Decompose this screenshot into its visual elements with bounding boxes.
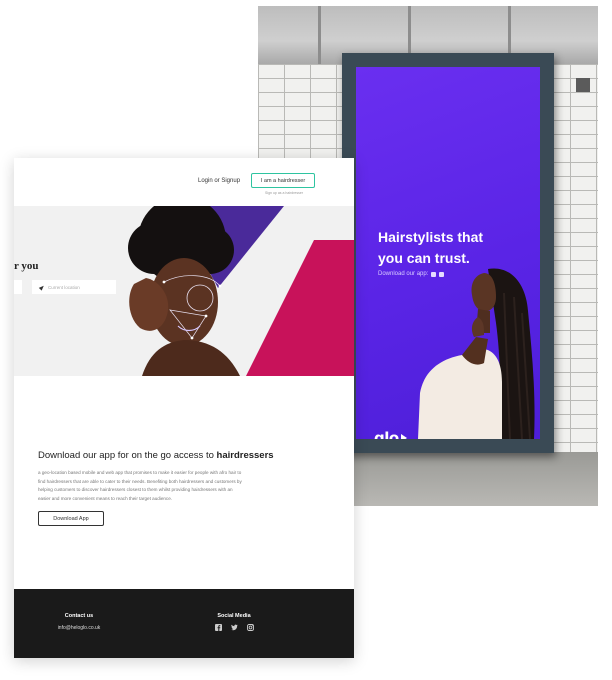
footer-social: Social Media bbox=[208, 613, 260, 631]
site-footer: Contact us info@heloglo.co.uk Social Med… bbox=[14, 589, 354, 658]
contact-email-link[interactable]: info@heloglo.co.uk bbox=[54, 625, 104, 631]
site-header: Login or Signup I am a hairdresser Sign … bbox=[14, 158, 354, 206]
magenta-triangle-shape bbox=[246, 240, 354, 376]
download-description: a geo-location based mobile and web app … bbox=[38, 470, 242, 501]
social-icons bbox=[208, 624, 260, 631]
poster-screen: Hairstylists that you can trust. Downloa… bbox=[356, 67, 540, 439]
ceiling-seam bbox=[318, 6, 321, 64]
search-input[interactable] bbox=[14, 280, 22, 294]
location-input[interactable]: Current location bbox=[32, 280, 116, 294]
hero-woman-illustration bbox=[128, 206, 240, 376]
website-mockup: Login or Signup I am a hairdresser Sign … bbox=[14, 158, 354, 658]
poster-frame: Hairstylists that you can trust. Downloa… bbox=[342, 53, 554, 453]
hairdresser-button[interactable]: I am a hairdresser bbox=[251, 173, 315, 188]
hero-title: r you bbox=[14, 260, 39, 272]
facebook-icon[interactable] bbox=[214, 624, 222, 631]
download-section: Download our app for on the go access to… bbox=[38, 450, 338, 526]
location-placeholder: Current location bbox=[48, 284, 80, 290]
poster-logo: glo bbox=[374, 429, 407, 439]
download-title-prefix: Download our app for on the go access to bbox=[38, 450, 214, 461]
wall-sign-box bbox=[576, 78, 590, 92]
hairdresser-signup-tagline: Sign up as a hairdresser bbox=[265, 191, 303, 195]
contact-heading: Contact us bbox=[64, 613, 94, 619]
download-title: Download our app for on the go access to… bbox=[38, 450, 338, 461]
instagram-icon[interactable] bbox=[246, 624, 254, 631]
hero-banner: r you Current location bbox=[14, 206, 354, 376]
footer-contact: Contact us info@heloglo.co.uk bbox=[54, 613, 104, 631]
play-triangle-icon bbox=[400, 434, 407, 439]
twitter-icon[interactable] bbox=[230, 624, 238, 631]
poster-woman-illustration bbox=[418, 268, 535, 439]
location-arrow-icon bbox=[38, 283, 46, 291]
download-title-highlight: hairdressers bbox=[216, 450, 274, 461]
social-heading: Social Media bbox=[217, 613, 251, 619]
poster-logo-text: glo bbox=[374, 429, 399, 439]
download-app-button[interactable]: Download App bbox=[38, 511, 104, 526]
login-signup-link[interactable]: Login or Signup bbox=[198, 178, 240, 184]
